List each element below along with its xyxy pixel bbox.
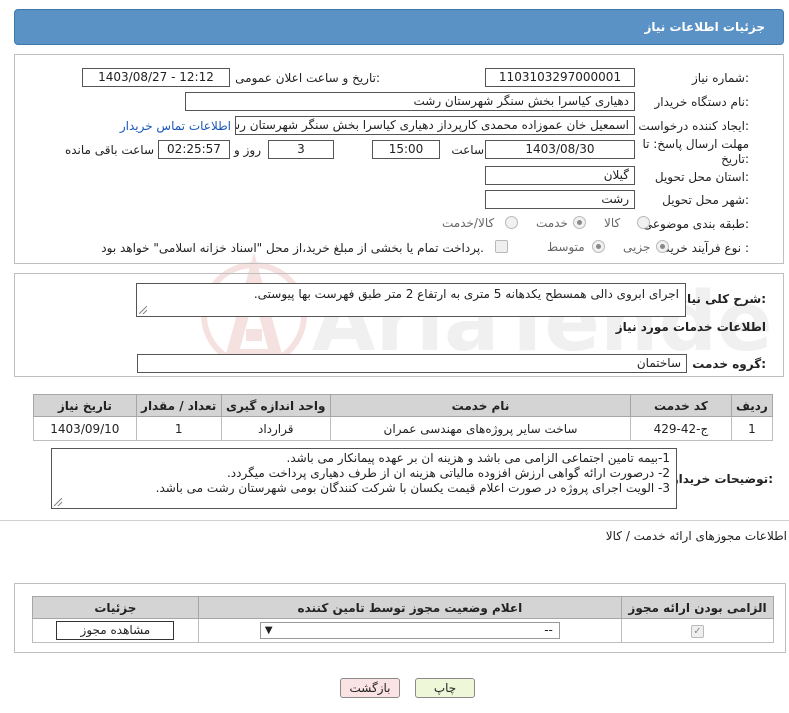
permits-table: جزئیات اعلام وضعیت مجوز توسط تامین کننده… — [32, 596, 774, 643]
col-date: تاریخ نیاز — [33, 394, 137, 417]
process-option-medium: متوسط — [547, 240, 585, 254]
contact-buyer-link[interactable]: اطلاعات تماس خریدار — [120, 119, 231, 133]
province-field: گیلان — [485, 166, 635, 185]
cell-row: 1 — [730, 416, 774, 441]
treasury-checkbox[interactable] — [495, 240, 508, 253]
announce-label: تاریخ و ساعت اعلان عمومی: — [235, 71, 380, 85]
services-table: تاریخ نیاز تعداد / مقدار واحد اندازه گیر… — [33, 394, 774, 441]
buyer-label: نام دستگاه خریدار: — [654, 95, 750, 109]
resize-grip[interactable] — [54, 498, 62, 506]
col-code: کد خدمت — [630, 394, 732, 417]
service-group-field: ساختمان — [137, 354, 687, 373]
cell-required — [621, 618, 774, 643]
divider — [0, 520, 789, 521]
cell-details: مشاهده مجوز — [32, 618, 199, 643]
announce-field: 1403/08/27 - 12:12 — [82, 68, 230, 87]
page-header: جزئیات اطلاعات نیاز — [14, 9, 784, 45]
permit-status-select[interactable]: -- ▼ — [259, 622, 560, 639]
process-radio-medium[interactable] — [592, 240, 605, 253]
services-table-header: تاریخ نیاز تعداد / مقدار واحد اندازه گیر… — [33, 394, 774, 417]
summary-label: شرح کلی نیاز: — [680, 292, 766, 306]
col-unit: واحد اندازه گیری — [220, 394, 331, 417]
category-radio-goods[interactable] — [637, 216, 650, 229]
view-permit-button[interactable]: مشاهده مجوز — [56, 621, 175, 640]
cell-code: ج-42-429 — [630, 416, 732, 441]
back-button[interactable]: بازگشت — [340, 678, 400, 698]
col-row: ردیف — [730, 394, 774, 417]
category-option-service: خدمت — [536, 216, 568, 230]
permits-title: اطلاعات مجوزهای ارائه خدمت / کالا — [605, 529, 787, 543]
deadline-time-field: 15:00 — [372, 140, 440, 159]
col-name: نام خدمت — [329, 394, 632, 417]
cell-name: ساخت سایر پروژه‌های مهندسی عمران — [329, 416, 632, 441]
table-row: 1403/09/10 1 قرارداد ساخت سایر پروژه‌های… — [33, 416, 774, 441]
page-title: جزئیات اطلاعات نیاز — [644, 20, 765, 34]
process-radio-minor[interactable] — [656, 240, 669, 253]
service-group-label: گروه خدمت: — [692, 357, 766, 371]
need-number-field: 1103103297000001 — [485, 68, 635, 87]
buyer-notes-label: توضیحات خریدار: — [671, 472, 773, 486]
deadline-label: مهلت ارسال پاسخ: تا تاریخ: — [642, 137, 749, 166]
creator-field: اسمعیل خان عموزاده محمدی کارپرداز دهیاری… — [235, 116, 635, 135]
category-option-goods: کالا — [604, 216, 621, 230]
treasury-note: پرداخت تمام یا بخشی از مبلغ خرید،از محل … — [101, 241, 484, 255]
note-line-1: 1-بیمه تامین اجتماعی الزامی می باشد و هز… — [286, 451, 670, 465]
remaining-time-field: 02:25:57 — [158, 140, 230, 159]
creator-label: ایجاد کننده درخواست: — [638, 119, 749, 133]
permit-status-value: -- — [544, 623, 553, 637]
province-label: استان محل تحویل: — [654, 170, 749, 184]
process-option-minor: جزیی — [623, 240, 651, 254]
category-option-goods-service: کالا/خدمت — [442, 216, 495, 230]
cell-unit: قرارداد — [220, 416, 331, 441]
category-radio-goods-service[interactable] — [505, 216, 518, 229]
col-details: جزئیات — [32, 596, 199, 619]
category-radio-service[interactable] — [573, 216, 586, 229]
table-row: مشاهده مجوز -- ▼ — [32, 618, 774, 643]
note-line-3: 3- الویت اجرای پروژه در صورت اعلام قیمت … — [155, 481, 670, 495]
col-status: اعلام وضعیت مجوز توسط تامین کننده — [197, 596, 623, 619]
need-number-label: شماره نیاز: — [691, 71, 749, 85]
buyer-field: دهیاری کیاسرا بخش سنگر شهرستان رشت — [185, 92, 635, 111]
col-qty: تعداد / مقدار — [135, 394, 222, 417]
summary-text: اجرای ابروی دالی همسطح یکدهانه 5 متری به… — [253, 287, 679, 301]
resize-grip[interactable] — [139, 306, 147, 314]
city-field: رشت — [485, 190, 635, 209]
note-line-2: 2- درصورت ارائه گواهی ارزش افزوده مالیات… — [226, 466, 670, 480]
deadline-date-field: 1403/08/30 — [485, 140, 635, 159]
print-button[interactable]: چاپ — [415, 678, 475, 698]
process-label: نوع فرآیند خرید : — [664, 241, 749, 255]
permits-table-header: جزئیات اعلام وضعیت مجوز توسط تامین کننده… — [32, 596, 774, 619]
buyer-notes-textarea: 1-بیمه تامین اجتماعی الزامی می باشد و هز… — [51, 448, 677, 509]
chevron-down-icon: ▼ — [264, 625, 273, 636]
summary-textarea: اجرای ابروی دالی همسطح یکدهانه 5 متری به… — [136, 283, 686, 317]
cell-qty: 1 — [135, 416, 222, 441]
days-label: روز و — [234, 143, 261, 157]
category-label: طبقه بندی موضوعی: — [642, 217, 749, 231]
cell-date: 1403/09/10 — [33, 416, 137, 441]
cell-status: -- ▼ — [197, 618, 623, 643]
col-required: الزامی بودن ارائه مجوز — [621, 596, 774, 619]
city-label: شهر محل تحویل: — [662, 193, 749, 207]
remaining-label: ساعت باقی مانده — [64, 143, 154, 157]
days-field: 3 — [268, 140, 334, 159]
services-section-title: اطلاعات خدمات مورد نیاز — [615, 320, 766, 334]
required-checkbox — [691, 625, 704, 638]
deadline-time-label: ساعت — [451, 143, 484, 157]
